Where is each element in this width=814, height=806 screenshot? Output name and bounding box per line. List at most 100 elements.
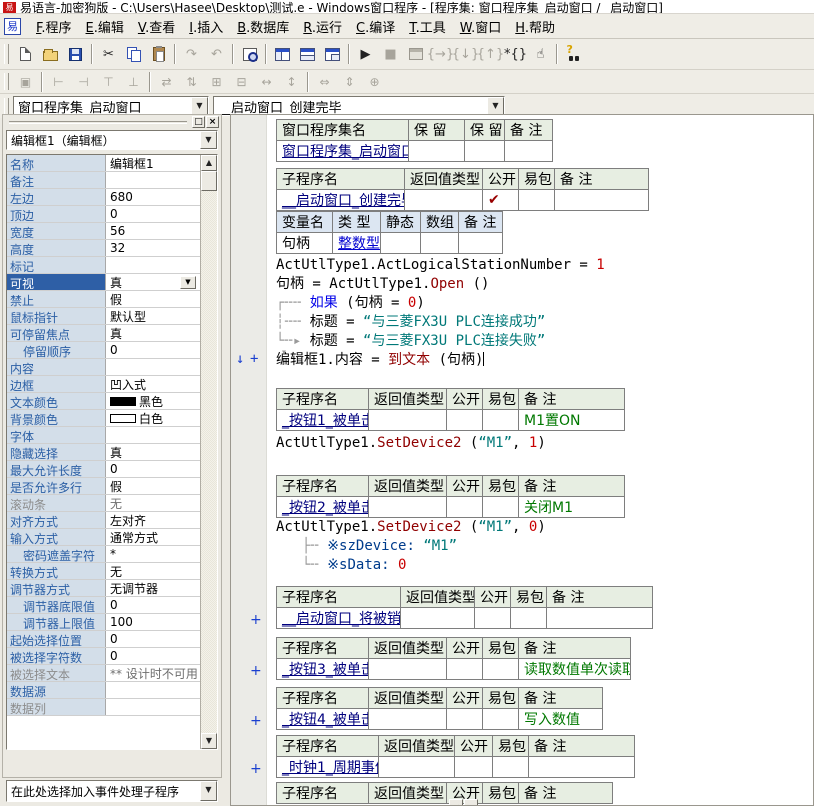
- menu-h[interactable]: H.帮助: [508, 15, 562, 38]
- property-row[interactable]: 左边680: [7, 189, 200, 206]
- copy-button[interactable]: [121, 42, 146, 66]
- table-cell[interactable]: [369, 497, 447, 518]
- property-value[interactable]: 100: [106, 614, 200, 630]
- property-row[interactable]: 名称编辑框1: [7, 155, 200, 172]
- table-cell[interactable]: [465, 141, 505, 162]
- help-search-button[interactable]: [561, 42, 586, 66]
- property-value[interactable]: 无调节器: [106, 580, 200, 596]
- property-value[interactable]: 0: [106, 631, 200, 647]
- property-row[interactable]: 是否允许多行假: [7, 478, 200, 495]
- chevron-down-icon[interactable]: ▼: [180, 276, 196, 289]
- property-value[interactable]: 白色: [106, 410, 200, 426]
- open-file-button[interactable]: [38, 42, 63, 66]
- property-row[interactable]: 最大允许长度0: [7, 461, 200, 478]
- table-cell[interactable]: [555, 190, 649, 211]
- property-value[interactable]: 黑色: [106, 393, 200, 409]
- property-value[interactable]: 真▼: [106, 274, 200, 290]
- toggle-output-panel-button[interactable]: [295, 42, 320, 66]
- property-value[interactable]: 无: [106, 563, 200, 579]
- property-value[interactable]: 编辑框1: [106, 155, 200, 171]
- expand-plus-icon[interactable]: +: [250, 352, 258, 366]
- expand-plus-icon[interactable]: +: [250, 613, 262, 627]
- scroll-down-icon[interactable]: ▼: [201, 733, 217, 749]
- event-handler-combo[interactable]: 在此处选择加入事件处理子程序 ▼: [6, 780, 218, 802]
- table-cell[interactable]: M1置ON: [519, 410, 625, 431]
- code-line[interactable]: 句柄 = ActUtlType1.Open (): [276, 275, 813, 294]
- property-value[interactable]: [106, 427, 200, 443]
- table-cell[interactable]: [401, 608, 475, 629]
- table-cell[interactable]: 整数型: [333, 233, 381, 254]
- property-row[interactable]: 顶边0: [7, 206, 200, 223]
- chevron-down-icon[interactable]: ▼: [200, 131, 217, 149]
- cut-button[interactable]: ✂: [96, 42, 121, 66]
- table-cell[interactable]: [455, 757, 493, 778]
- paste-button[interactable]: [146, 42, 171, 66]
- table-cell[interactable]: [369, 410, 447, 431]
- table-cell[interactable]: [483, 659, 519, 680]
- property-row[interactable]: 密码遮盖字符*: [7, 546, 200, 563]
- run-button[interactable]: ▶: [353, 42, 378, 66]
- property-row[interactable]: 标记: [7, 257, 200, 274]
- toggle-workspace-panel-button[interactable]: [270, 42, 295, 66]
- horizontal-scrollbar-stub[interactable]: ◄ ►: [449, 799, 478, 806]
- property-value[interactable]: 32: [106, 240, 200, 256]
- menu-w[interactable]: W.窗口: [453, 15, 509, 38]
- table-cell[interactable]: __启动窗口_创建完毕: [277, 190, 405, 211]
- expand-plus-icon[interactable]: +: [250, 762, 262, 776]
- save-file-button[interactable]: [63, 42, 88, 66]
- table-cell[interactable]: [409, 141, 465, 162]
- property-row[interactable]: 调节器方式无调节器: [7, 580, 200, 597]
- code-line[interactable]: ↓+▾编辑框1.内容 = 到文本 (句柄): [276, 351, 813, 370]
- panel-drag-handle[interactable]: [9, 121, 187, 124]
- property-row[interactable]: 宽度56: [7, 223, 200, 240]
- table-cell[interactable]: [405, 190, 483, 211]
- property-row[interactable]: 禁止假: [7, 291, 200, 308]
- code-line[interactable]: ActUtlType1.SetDevice2 (“M1”, 1): [276, 434, 813, 453]
- table-cell[interactable]: [483, 709, 519, 730]
- table-cell[interactable]: _按钮4_被单击: [277, 709, 369, 730]
- property-value[interactable]: 0: [106, 206, 200, 222]
- table-cell[interactable]: [369, 709, 447, 730]
- property-value[interactable]: [106, 359, 200, 375]
- table-cell[interactable]: _按钮1_被单击: [277, 410, 369, 431]
- property-value[interactable]: 通常方式: [106, 529, 200, 545]
- property-value[interactable]: 0: [106, 648, 200, 664]
- chevron-down-icon[interactable]: ▼: [200, 781, 217, 801]
- property-value[interactable]: 假: [106, 291, 200, 307]
- run-to-cursor-button[interactable]: *{}: [503, 42, 528, 66]
- property-value[interactable]: ** 设计时不可用: [106, 665, 200, 681]
- table-cell[interactable]: [369, 659, 447, 680]
- code-line[interactable]: ├╌ ※szDevice: “M1”: [276, 537, 813, 556]
- property-value[interactable]: [106, 699, 200, 715]
- table-cell[interactable]: [381, 233, 421, 254]
- table-cell[interactable]: [505, 141, 553, 162]
- scroll-up-icon[interactable]: ▲: [201, 155, 217, 171]
- property-value[interactable]: 真: [106, 444, 200, 460]
- menu-r[interactable]: R.运行: [296, 15, 349, 38]
- public-check-icon[interactable]: ✔: [483, 190, 519, 211]
- table-cell[interactable]: 窗口程序集_启动窗口: [277, 141, 409, 162]
- property-value[interactable]: 680: [106, 189, 200, 205]
- property-row[interactable]: 被选择字符数0: [7, 648, 200, 665]
- property-row[interactable]: 内容: [7, 359, 200, 376]
- pause-button[interactable]: ☝: [528, 42, 553, 66]
- table-cell[interactable]: _按钮3_被单击: [277, 659, 369, 680]
- scrollbar-track[interactable]: [201, 191, 217, 733]
- panel-float-button[interactable]: □: [192, 116, 205, 128]
- expand-plus-icon[interactable]: +: [250, 714, 262, 728]
- property-row[interactable]: 对齐方式左对齐: [7, 512, 200, 529]
- menu-v[interactable]: V.查看: [131, 15, 182, 38]
- table-cell[interactable]: 关闭M1: [519, 497, 625, 518]
- property-row[interactable]: 鼠标指针默认型: [7, 308, 200, 325]
- view-source-button[interactable]: [237, 42, 262, 66]
- table-cell[interactable]: [511, 608, 547, 629]
- table-cell[interactable]: [519, 190, 555, 211]
- property-row[interactable]: 隐藏选择真: [7, 444, 200, 461]
- menu-i[interactable]: I.插入: [182, 15, 230, 38]
- menu-e[interactable]: E.编辑: [79, 15, 131, 38]
- table-cell[interactable]: _时钟1_周期事件: [277, 757, 379, 778]
- table-cell[interactable]: __启动窗口_将被销毁: [277, 608, 401, 629]
- table-cell[interactable]: [447, 709, 483, 730]
- table-cell[interactable]: [447, 659, 483, 680]
- code-line[interactable]: ┆╌╌ 标题 = “与三菱FX3U PLC连接成功”: [276, 313, 813, 332]
